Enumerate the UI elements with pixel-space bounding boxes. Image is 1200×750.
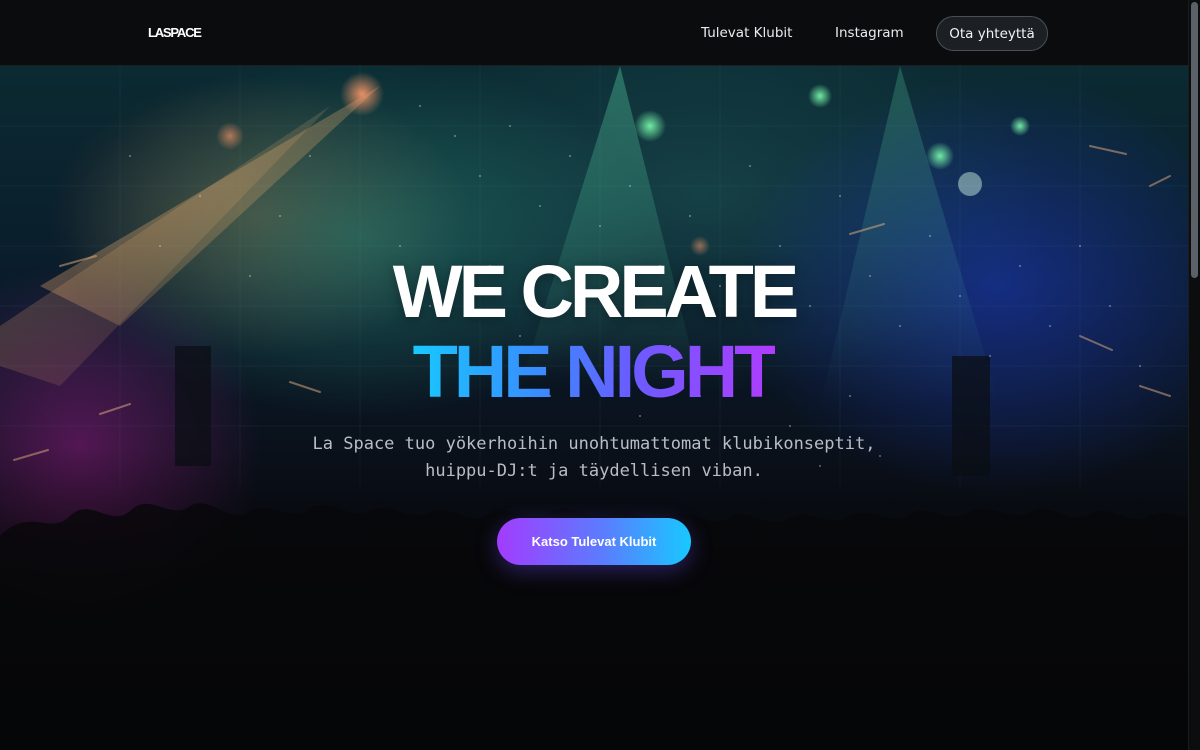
page-scrollbar[interactable]	[1188, 0, 1200, 750]
nav-link-tulevat-klubit[interactable]: Tulevat Klubit	[701, 22, 792, 44]
navbar: LASPACE Tulevat Klubit Instagram Ota yht…	[0, 0, 1188, 66]
site-logo[interactable]: LASPACE	[148, 24, 202, 42]
scrollbar-thumb[interactable]	[1191, 2, 1198, 278]
hero-subtitle: La Space tuo yökerhoihin unohtumattomat …	[312, 434, 876, 481]
contact-button[interactable]: Ota yhteyttä	[936, 16, 1048, 51]
hero-title-gradient-text: THE NIGHT	[412, 330, 780, 413]
nav-link-instagram[interactable]: Instagram	[835, 22, 904, 44]
hero-title-line-2: THE NIGHT	[0, 332, 1188, 412]
hero-title-line-1: WE CREATE	[392, 250, 800, 333]
cta-upcoming-clubs-button[interactable]: Katso Tulevat Klubit	[497, 518, 691, 565]
page: LASPACE Tulevat Klubit Instagram Ota yht…	[0, 0, 1200, 750]
